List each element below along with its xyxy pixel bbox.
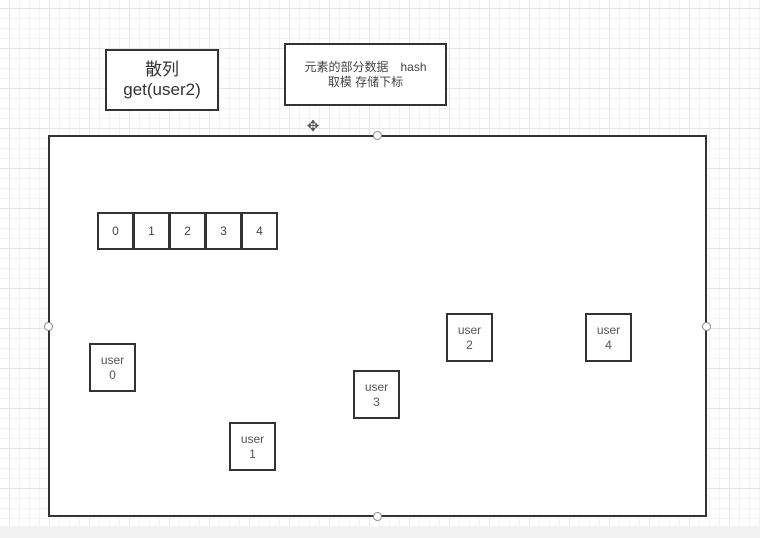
- note-line-1: 元素的部分数据 hash: [304, 59, 427, 74]
- user-label: user: [100, 352, 125, 367]
- bottom-bar: [0, 526, 760, 538]
- array-cell[interactable]: 2: [169, 212, 206, 250]
- note-box[interactable]: 元素的部分数据 hash 取模 存储下标: [284, 43, 447, 106]
- user-index: 0: [109, 367, 116, 382]
- user-label: user: [364, 379, 389, 394]
- user-label: user: [457, 322, 482, 337]
- array-cell[interactable]: 0: [97, 212, 134, 250]
- array-cells: 0 1 2 3 4: [97, 212, 278, 250]
- user-label: user: [240, 431, 265, 446]
- title-text: 散列: [145, 60, 179, 79]
- resize-handle-left[interactable]: [44, 322, 53, 331]
- title-subtext: get(user2): [123, 80, 201, 99]
- array-cell[interactable]: 4: [241, 212, 278, 250]
- resize-handle-right[interactable]: [702, 322, 711, 331]
- resize-handle-bottom[interactable]: [373, 512, 382, 521]
- user-node-0[interactable]: user 0: [89, 343, 136, 392]
- user-index: 4: [605, 337, 612, 352]
- user-node-2[interactable]: user 2: [446, 313, 493, 362]
- user-index: 2: [466, 337, 473, 352]
- title-box[interactable]: 散列 get(user2): [105, 49, 219, 111]
- user-node-4[interactable]: user 4: [585, 313, 632, 362]
- user-node-1[interactable]: user 1: [229, 422, 276, 471]
- note-line-2: 取模 存储下标: [327, 74, 404, 89]
- user-index: 3: [373, 394, 380, 409]
- user-label: user: [596, 322, 621, 337]
- array-cell[interactable]: 1: [133, 212, 170, 250]
- resize-handle-top[interactable]: [373, 131, 382, 140]
- user-index: 1: [249, 446, 256, 461]
- array-cell[interactable]: 3: [205, 212, 242, 250]
- move-cursor-icon: ✥: [306, 118, 320, 135]
- user-node-3[interactable]: user 3: [353, 370, 400, 419]
